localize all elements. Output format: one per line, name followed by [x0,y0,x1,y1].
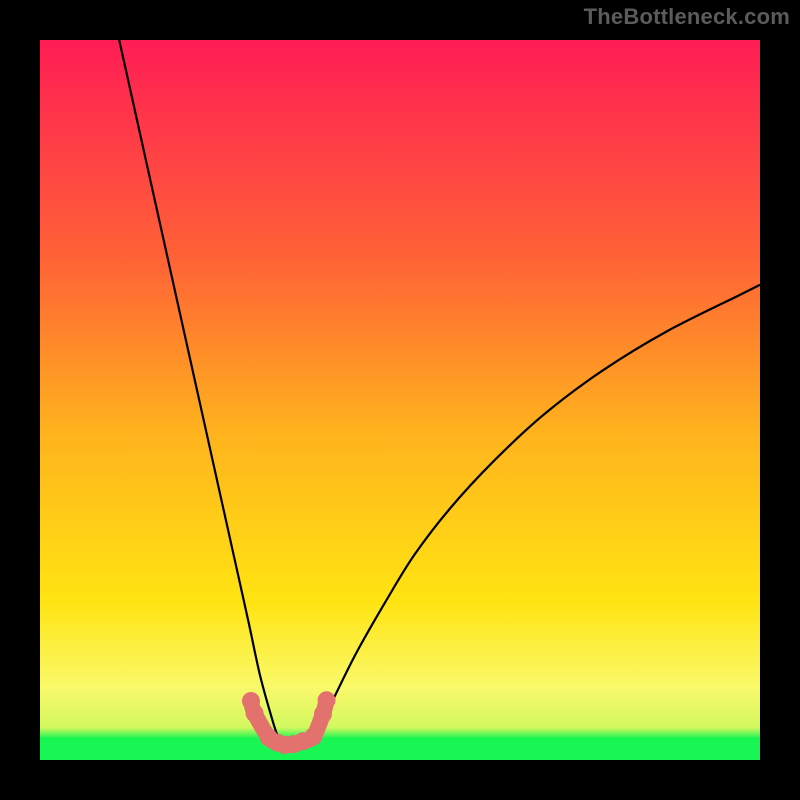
chart-frame: TheBottleneck.com [0,0,800,800]
curve-overlay [40,40,760,760]
marker-connector [251,700,327,745]
plot-area [40,40,760,760]
bottleneck-curve [119,40,760,746]
attribution-watermark: TheBottleneck.com [584,4,790,30]
